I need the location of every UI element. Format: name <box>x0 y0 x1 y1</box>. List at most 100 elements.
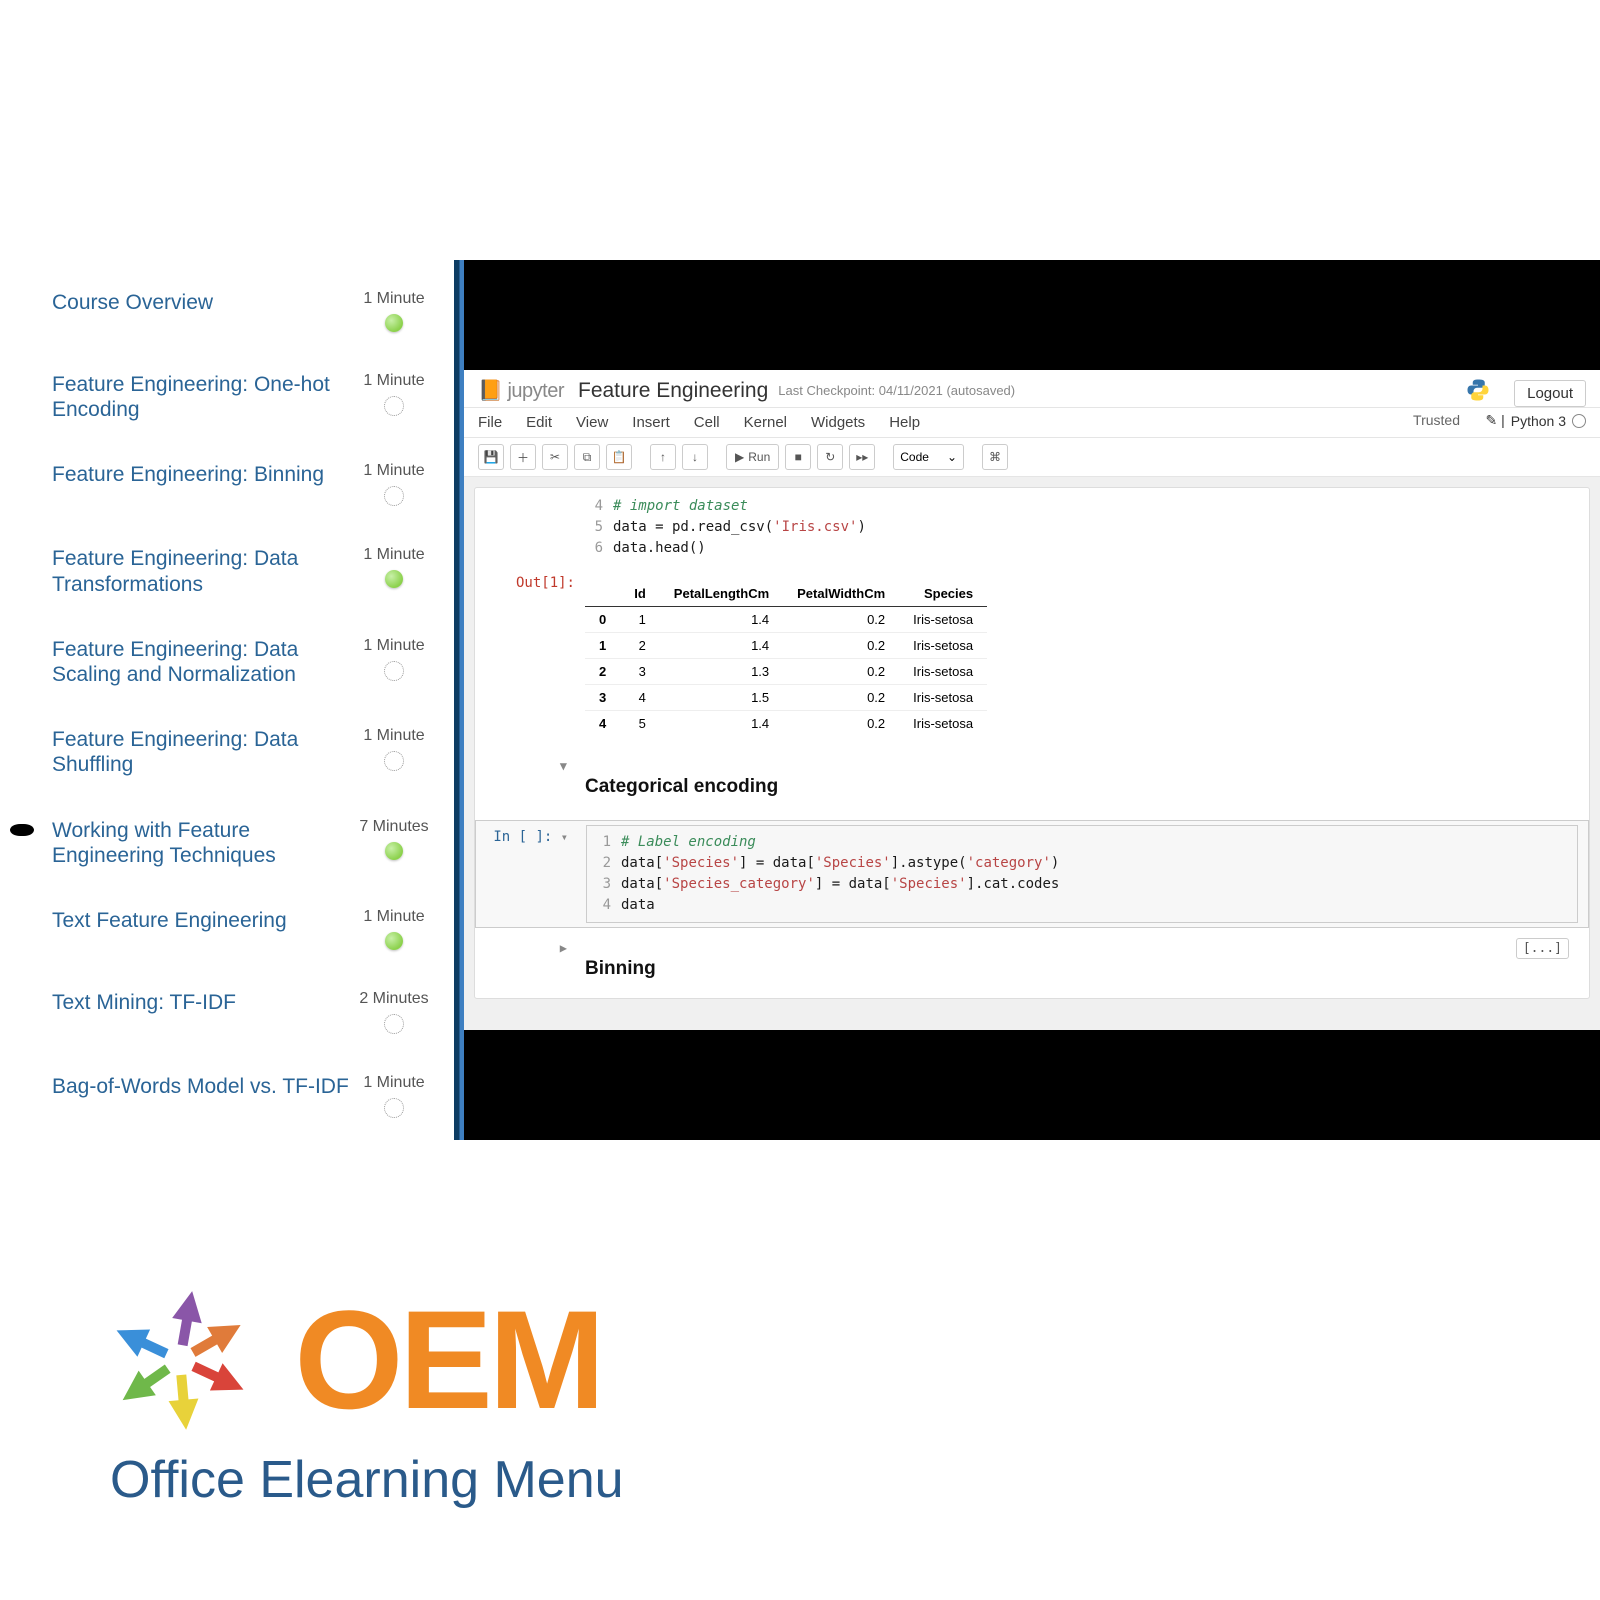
copy-button[interactable]: ⧉ <box>574 444 600 470</box>
status-loading-icon <box>384 486 404 506</box>
trusted-indicator[interactable]: Trusted <box>1413 412 1460 428</box>
course-topic[interactable]: Feature Engineering: Data Transformation… <box>0 534 454 624</box>
topic-title[interactable]: Feature Engineering: Data Shuffling <box>52 727 352 777</box>
topic-title[interactable]: Feature Engineering: Data Scaling and No… <box>52 637 352 687</box>
menu-widgets[interactable]: Widgets <box>811 414 865 431</box>
course-topic[interactable]: Feature Engineering: Data Shuffling1 Min… <box>0 715 454 805</box>
python-icon <box>1466 378 1490 402</box>
section-heading: Binning <box>585 940 1579 990</box>
course-topic[interactable]: Text Mining: TF-IDF 2 Minutes <box>0 978 454 1062</box>
notebook-title[interactable]: Feature Engineering <box>578 379 768 403</box>
command-palette-button[interactable]: ⌘ <box>982 444 1008 470</box>
table-header <box>585 581 620 607</box>
jupyter-header: 📙 jupyter Feature Engineering Last Check… <box>464 370 1600 408</box>
output-cell: Out[1]: IdPetalLengthCmPetalWidthCmSpeci… <box>475 567 1589 750</box>
jupyter-notebook: 📙 jupyter Feature Engineering Last Check… <box>464 370 1600 1030</box>
move-up-button[interactable]: ↑ <box>650 444 676 470</box>
collapse-icon[interactable]: ▾ <box>561 830 568 844</box>
course-sidebar: Course Overview1 MinuteFeature Engineeri… <box>0 260 454 1140</box>
topic-duration: 7 Minutes <box>354 818 434 836</box>
celltype-select[interactable]: Code ⌄ <box>893 444 964 470</box>
menu-cell[interactable]: Cell <box>694 414 720 431</box>
add-cell-button[interactable]: ＋ <box>510 444 536 470</box>
topic-duration: 1 Minute <box>354 727 434 745</box>
topic-title[interactable]: Feature Engineering: Binning <box>52 462 324 487</box>
markdown-cell[interactable]: ▼ Categorical encoding <box>475 750 1589 816</box>
notebook-body: 4# import dataset 5data = pd.read_csv('I… <box>474 487 1590 999</box>
table-row: 121.40.2Iris-setosa <box>585 633 987 659</box>
course-topic[interactable]: Working with Feature Engineering Techniq… <box>0 806 454 896</box>
status-loading-icon <box>384 396 404 416</box>
restart-run-button[interactable]: ▸▸ <box>849 444 875 470</box>
menu-insert[interactable]: Insert <box>632 414 670 431</box>
chevron-down-icon: ⌄ <box>947 450 957 464</box>
status-loading-icon <box>384 1014 404 1034</box>
table-row: 231.30.2Iris-setosa <box>585 659 987 685</box>
course-topic[interactable]: Text Feature Engineering 1 Minute <box>0 896 454 978</box>
course-topic[interactable]: Course Overview 1 Minute <box>0 278 454 360</box>
topic-title[interactable]: Feature Engineering: Data Transformation… <box>52 546 352 596</box>
interrupt-button[interactable]: ■ <box>785 444 811 470</box>
save-button[interactable]: 💾 <box>478 444 504 470</box>
paste-button[interactable]: 📋 <box>606 444 632 470</box>
checkpoint-text: Last Checkpoint: 04/11/2021 (autosaved) <box>778 383 1015 398</box>
topic-duration: 2 Minutes <box>354 990 434 1008</box>
menu-help[interactable]: Help <box>889 414 920 431</box>
topic-duration: 1 Minute <box>354 546 434 564</box>
restart-button[interactable]: ↻ <box>817 444 843 470</box>
table-row: 011.40.2Iris-setosa <box>585 607 987 633</box>
move-down-button[interactable]: ↓ <box>682 444 708 470</box>
current-topic-marker <box>10 824 34 836</box>
logout-button[interactable]: Logout <box>1514 380 1586 407</box>
cell-prompt <box>485 492 585 563</box>
topic-title[interactable]: Working with Feature Engineering Techniq… <box>52 818 352 868</box>
code-cell-active[interactable]: In [ ]: ▾ 1# Label encoding 2data['Speci… <box>475 820 1589 928</box>
status-loading-icon <box>384 751 404 771</box>
video-player-area: 📙 jupyter Feature Engineering Last Check… <box>464 260 1600 1140</box>
kernel-indicator[interactable]: ✎ | Python 3 <box>1485 412 1586 429</box>
course-topic[interactable]: Feature Engineering: Data Scaling and No… <box>0 625 454 715</box>
in-prompt: In [ ]: ▾ <box>486 825 586 923</box>
topic-duration: 1 Minute <box>354 372 434 390</box>
topic-title[interactable]: Text Feature Engineering <box>52 908 287 933</box>
topic-title[interactable]: Text Mining: TF-IDF <box>52 990 236 1015</box>
topic-duration: 1 Minute <box>354 637 434 655</box>
topic-title[interactable]: Feature Engineering: One-hot Encoding <box>52 372 352 422</box>
arrows-icon <box>70 1260 290 1460</box>
status-complete-icon <box>385 932 403 950</box>
table-row: 341.50.2Iris-setosa <box>585 685 987 711</box>
markdown-cell[interactable]: ▶ Binning [...] <box>475 932 1589 998</box>
course-topic[interactable]: Feature Engineering: Binning 1 Minute <box>0 450 454 534</box>
topic-duration: 1 Minute <box>354 290 434 308</box>
status-complete-icon <box>385 570 403 588</box>
topic-duration: 1 Minute <box>354 462 434 480</box>
expand-icon[interactable]: ▶ <box>560 941 567 955</box>
jupyter-logo: 📙 jupyter <box>478 378 564 403</box>
kernel-status-icon <box>1572 414 1586 428</box>
menu-edit[interactable]: Edit <box>526 414 552 431</box>
section-heading: Categorical encoding <box>585 758 1579 808</box>
jupyter-toolbar: 💾 ＋ ✂ ⧉ 📋 ↑ ↓ ▶ Run ■ ↻ ▸▸ Code ⌄ ⌘ <box>464 438 1600 477</box>
oem-logo: OEM Office Elearning Menu <box>70 1260 624 1510</box>
cut-button[interactable]: ✂ <box>542 444 568 470</box>
status-loading-icon <box>384 1098 404 1118</box>
topic-title[interactable]: Bag-of-Words Model vs. TF-IDF <box>52 1074 349 1099</box>
code-cell[interactable]: 4# import dataset 5data = pd.read_csv('I… <box>475 488 1589 567</box>
topic-duration: 1 Minute <box>354 1074 434 1092</box>
topic-duration: 1 Minute <box>354 908 434 926</box>
collapse-icon[interactable]: ▼ <box>560 759 567 773</box>
table-row: 451.40.2Iris-setosa <box>585 711 987 737</box>
menu-view[interactable]: View <box>576 414 608 431</box>
menu-kernel[interactable]: Kernel <box>744 414 787 431</box>
table-header: PetalLengthCm <box>660 581 783 607</box>
table-header: Species <box>899 581 987 607</box>
course-topic[interactable]: Bag-of-Words Model vs. TF-IDF 1 Minute <box>0 1062 454 1140</box>
menu-file[interactable]: File <box>478 414 502 431</box>
status-complete-icon <box>385 842 403 860</box>
run-button[interactable]: ▶ Run <box>726 444 779 470</box>
output-dataframe: IdPetalLengthCmPetalWidthCmSpecies011.40… <box>585 581 987 736</box>
course-topic[interactable]: Feature Engineering: One-hot Encoding1 M… <box>0 360 454 450</box>
collapsed-indicator[interactable]: [...] <box>1516 938 1569 959</box>
topic-title[interactable]: Course Overview <box>52 290 213 315</box>
jupyter-menubar: File Edit View Insert Cell Kernel Widgets Help T… <box>464 408 1600 438</box>
